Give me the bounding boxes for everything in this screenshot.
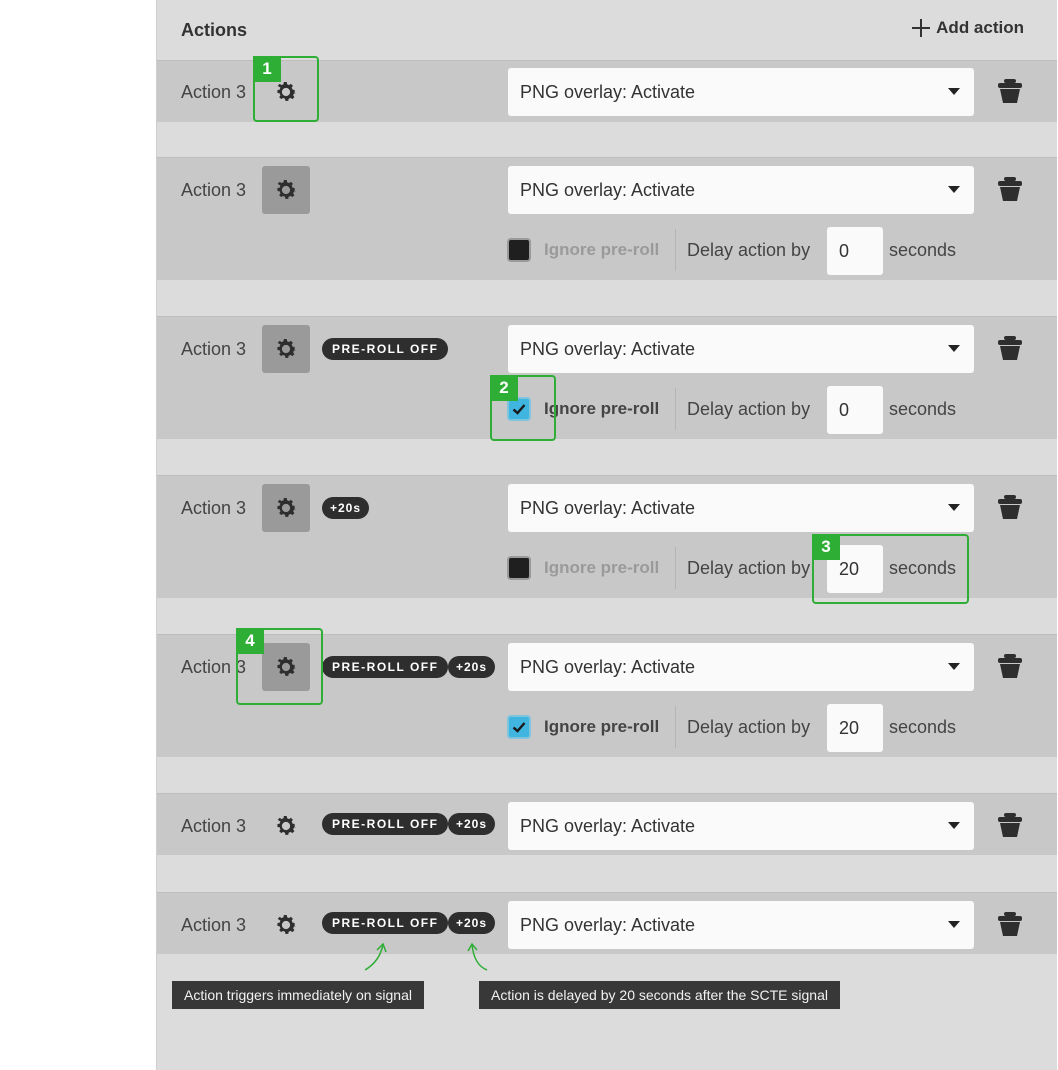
action-options: Ignore pre-roll Delay action by 20 secon…: [505, 704, 1025, 752]
ignore-preroll-label: Ignore pre-roll: [544, 399, 660, 418]
chevron-down-icon: [948, 822, 960, 829]
action-label: Action 3: [181, 180, 247, 200]
gear-icon: [273, 813, 299, 839]
gear-icon: [273, 495, 299, 521]
action-select[interactable]: PNG overlay: Activate: [508, 325, 974, 373]
action-select[interactable]: PNG overlay: Activate: [508, 166, 974, 214]
actions-panel: Actions Add action Action 3 PNG overlay:…: [156, 0, 1057, 1070]
action-select[interactable]: PNG overlay: Activate: [508, 901, 974, 949]
action-select-value: PNG overlay: Activate: [520, 82, 696, 102]
action-label: Action 3: [181, 816, 247, 836]
ignore-preroll-label: Ignore pre-roll: [544, 240, 660, 259]
preroll-off-badge: PRE-ROLL OFF: [322, 813, 449, 835]
chevron-down-icon: [948, 345, 960, 352]
action-select[interactable]: PNG overlay: Activate: [508, 643, 974, 691]
ignore-preroll-checkbox[interactable]: [507, 556, 531, 580]
action-options: Ignore pre-roll Delay action by 0 second…: [505, 386, 1025, 434]
callout-number: 4: [236, 628, 264, 654]
delay-badge: +20s: [448, 912, 496, 934]
action-select-value: PNG overlay: Activate: [520, 816, 696, 836]
trash-icon[interactable]: [997, 494, 1023, 520]
actions-title: Actions: [181, 20, 248, 40]
action-row: Action 3 PNG overlay: Activate Ignore pr…: [157, 157, 1057, 280]
delay-label: Delay action by: [687, 558, 811, 578]
actions-header: Actions Add action: [157, 0, 1057, 60]
add-action-button[interactable]: Add action: [912, 18, 1024, 38]
trash-icon[interactable]: [997, 653, 1023, 679]
action-select-value: PNG overlay: Activate: [520, 498, 696, 518]
action-label: Action 3: [181, 498, 247, 518]
action-select-value: PNG overlay: Activate: [520, 657, 696, 677]
ignore-preroll-checkbox[interactable]: [507, 238, 531, 262]
delay-label: Delay action by: [687, 717, 811, 737]
gear-icon: [273, 912, 299, 938]
delay-label: Delay action by: [687, 399, 811, 419]
trash-icon[interactable]: [997, 335, 1023, 361]
options-divider: [675, 547, 676, 589]
ignore-preroll-label: Ignore pre-roll: [544, 717, 660, 736]
delay-input[interactable]: 0: [827, 227, 883, 275]
callout-number: 1: [253, 56, 281, 82]
gear-button[interactable]: [262, 901, 310, 949]
gear-button[interactable]: [262, 484, 310, 532]
action-label: Action 3: [181, 339, 247, 359]
action-label: Action 3: [181, 915, 247, 935]
action-row: Action 3 PRE-ROLL OFF +20s PNG overlay: …: [157, 793, 1057, 855]
seconds-label: seconds: [889, 240, 957, 260]
delay-input[interactable]: 20: [827, 704, 883, 752]
action-select[interactable]: PNG overlay: Activate: [508, 484, 974, 532]
tooltip-preroll: Action triggers immediately on signal: [172, 981, 424, 1009]
action-select[interactable]: PNG overlay: Activate: [508, 68, 974, 116]
delay-badge: +20s: [448, 656, 496, 678]
chevron-down-icon: [948, 186, 960, 193]
seconds-label: seconds: [889, 717, 957, 737]
trash-icon[interactable]: [997, 911, 1023, 937]
callout-4: 4: [236, 628, 323, 705]
gear-button[interactable]: [262, 802, 310, 850]
chevron-down-icon: [948, 88, 960, 95]
ignore-preroll-label: Ignore pre-roll: [544, 558, 660, 577]
arrow-icon: [364, 942, 387, 971]
chevron-down-icon: [948, 663, 960, 670]
options-divider: [675, 388, 676, 430]
trash-icon[interactable]: [997, 812, 1023, 838]
action-options: Ignore pre-roll Delay action by 0 second…: [505, 227, 1025, 275]
preroll-off-badge: PRE-ROLL OFF: [322, 338, 449, 360]
plus-icon: [912, 19, 931, 37]
delay-label: Delay action by: [687, 240, 811, 260]
action-label: Action 3: [181, 82, 247, 102]
action-select-value: PNG overlay: Activate: [520, 339, 696, 359]
action-select-value: PNG overlay: Activate: [520, 915, 696, 935]
gear-icon: [273, 336, 299, 362]
gear-button[interactable]: [262, 325, 310, 373]
delay-badge: +20s: [448, 813, 496, 835]
action-select-value: PNG overlay: Activate: [520, 180, 696, 200]
preroll-off-badge: PRE-ROLL OFF: [322, 912, 449, 934]
gear-icon: [273, 177, 299, 203]
chevron-down-icon: [948, 504, 960, 511]
delay-input[interactable]: 0: [827, 386, 883, 434]
callout-2: 2: [490, 375, 556, 441]
tooltip-delay: Action is delayed by 20 seconds after th…: [479, 981, 840, 1009]
chevron-down-icon: [948, 921, 960, 928]
seconds-label: seconds: [889, 399, 957, 419]
ignore-preroll-checkbox[interactable]: [507, 715, 531, 739]
trash-icon[interactable]: [997, 78, 1023, 104]
gear-button[interactable]: [262, 166, 310, 214]
options-divider: [675, 229, 676, 271]
add-action-label: Add action: [936, 18, 1024, 37]
options-divider: [675, 706, 676, 748]
arrow-icon: [467, 942, 488, 971]
delay-badge: +20s: [322, 497, 370, 519]
trash-icon[interactable]: [997, 176, 1023, 202]
callout-number: 2: [490, 375, 518, 401]
action-row: Action 3 PRE-ROLL OFF PNG overlay: Activ…: [157, 316, 1057, 439]
callout-3: 3: [812, 534, 969, 604]
action-row: Action 3 PRE-ROLL OFF +20s PNG overlay: …: [157, 892, 1057, 954]
callout-1: 1: [253, 56, 319, 122]
callout-number: 3: [812, 534, 840, 560]
action-select[interactable]: PNG overlay: Activate: [508, 802, 974, 850]
preroll-off-badge: PRE-ROLL OFF: [322, 656, 449, 678]
